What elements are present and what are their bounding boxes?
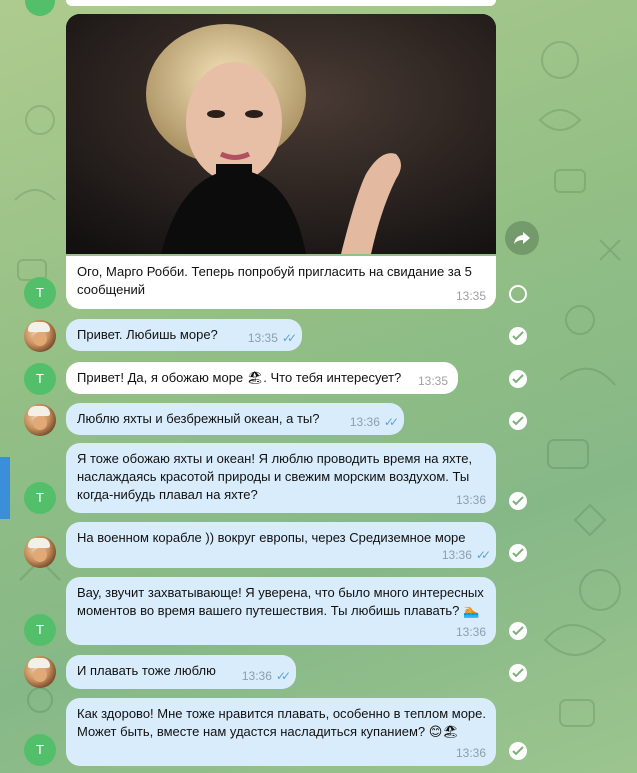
bot-avatar[interactable]: Т	[24, 363, 56, 395]
bot-avatar[interactable]: Т	[24, 614, 56, 646]
share-button[interactable]	[505, 221, 539, 255]
selected-check-icon[interactable]	[509, 412, 527, 430]
message-time: 13:36	[349, 415, 380, 429]
message-bubble[interactable]: На военном корабле )) вокруг европы, чер…	[66, 522, 496, 568]
message-bubble[interactable]: Я тоже обожаю яхты и океан! Я люблю пров…	[66, 443, 496, 513]
message-text: Как здорово! Мне тоже нравится плавать, …	[77, 706, 487, 739]
message-time: 13:36	[441, 548, 472, 562]
selected-check-icon[interactable]	[509, 492, 527, 510]
message-bubble[interactable]: Привет! Да, я обожаю море 🏖. Что тебя ин…	[66, 362, 458, 394]
message-time: 13:36	[455, 625, 486, 639]
message-bubble[interactable]: Как здорово! Мне тоже нравится плавать, …	[66, 698, 496, 766]
message-bubble[interactable]: И плавать тоже люблю 13:36 ✓✓	[66, 655, 296, 689]
message-time: 13:35	[247, 331, 278, 345]
message-bubble[interactable]: Привет. Любишь море? 13:35 ✓✓	[66, 319, 302, 351]
selected-check-icon[interactable]	[509, 370, 527, 388]
user-avatar[interactable]	[24, 656, 56, 688]
selected-check-icon[interactable]	[509, 742, 527, 760]
selected-check-icon[interactable]	[509, 622, 527, 640]
bot-avatar[interactable]: Т	[24, 734, 56, 766]
bot-avatar[interactable]: Т	[24, 277, 56, 309]
message-time: 13:35	[417, 374, 448, 388]
photo-attachment[interactable]	[66, 14, 496, 254]
double-check-icon: ✓✓	[281, 331, 297, 345]
avatar[interactable]	[25, 0, 55, 16]
share-arrow-icon	[514, 232, 530, 244]
message-time: 13:35	[455, 289, 486, 303]
message-time: 13:36	[455, 746, 486, 760]
user-avatar[interactable]	[24, 536, 56, 568]
message-time: 13:36	[455, 493, 486, 507]
message-time: 13:36	[241, 669, 272, 683]
selected-check-icon[interactable]	[509, 664, 527, 682]
message-text: Люблю яхты и безбрежный океан, а ты?	[77, 411, 320, 426]
message-text: Привет! Да, я обожаю море 🏖. Что тебя ин…	[77, 370, 402, 385]
photo-image	[66, 14, 496, 254]
user-avatar[interactable]	[24, 320, 56, 352]
message-bubble[interactable]: Ого, Марго Робби. Теперь попробуй пригла…	[66, 256, 496, 309]
double-check-icon: ✓✓	[475, 548, 491, 562]
bot-avatar[interactable]: Т	[24, 482, 56, 514]
selected-check-icon[interactable]	[509, 327, 527, 345]
message-bubble[interactable]: Люблю яхты и безбрежный океан, а ты? 13:…	[66, 403, 404, 435]
message-text: Я тоже обожаю яхты и океан! Я люблю пров…	[77, 451, 473, 502]
selection-indicator	[0, 457, 10, 519]
selection-circle-icon[interactable]	[509, 285, 527, 303]
double-check-icon: ✓✓	[275, 669, 291, 683]
message-text: На военном корабле )) вокруг европы, чер…	[77, 530, 466, 545]
user-avatar[interactable]	[24, 404, 56, 436]
selected-check-icon[interactable]	[509, 544, 527, 562]
message-text: Ого, Марго Робби. Теперь попробуй пригла…	[77, 264, 472, 297]
double-check-icon: ✓✓	[383, 415, 399, 429]
message-text: Вау, звучит захватывающе! Я уверена, что…	[77, 585, 484, 618]
previous-message-bubble	[66, 0, 496, 6]
message-bubble[interactable]: Вау, звучит захватывающе! Я уверена, что…	[66, 577, 496, 645]
